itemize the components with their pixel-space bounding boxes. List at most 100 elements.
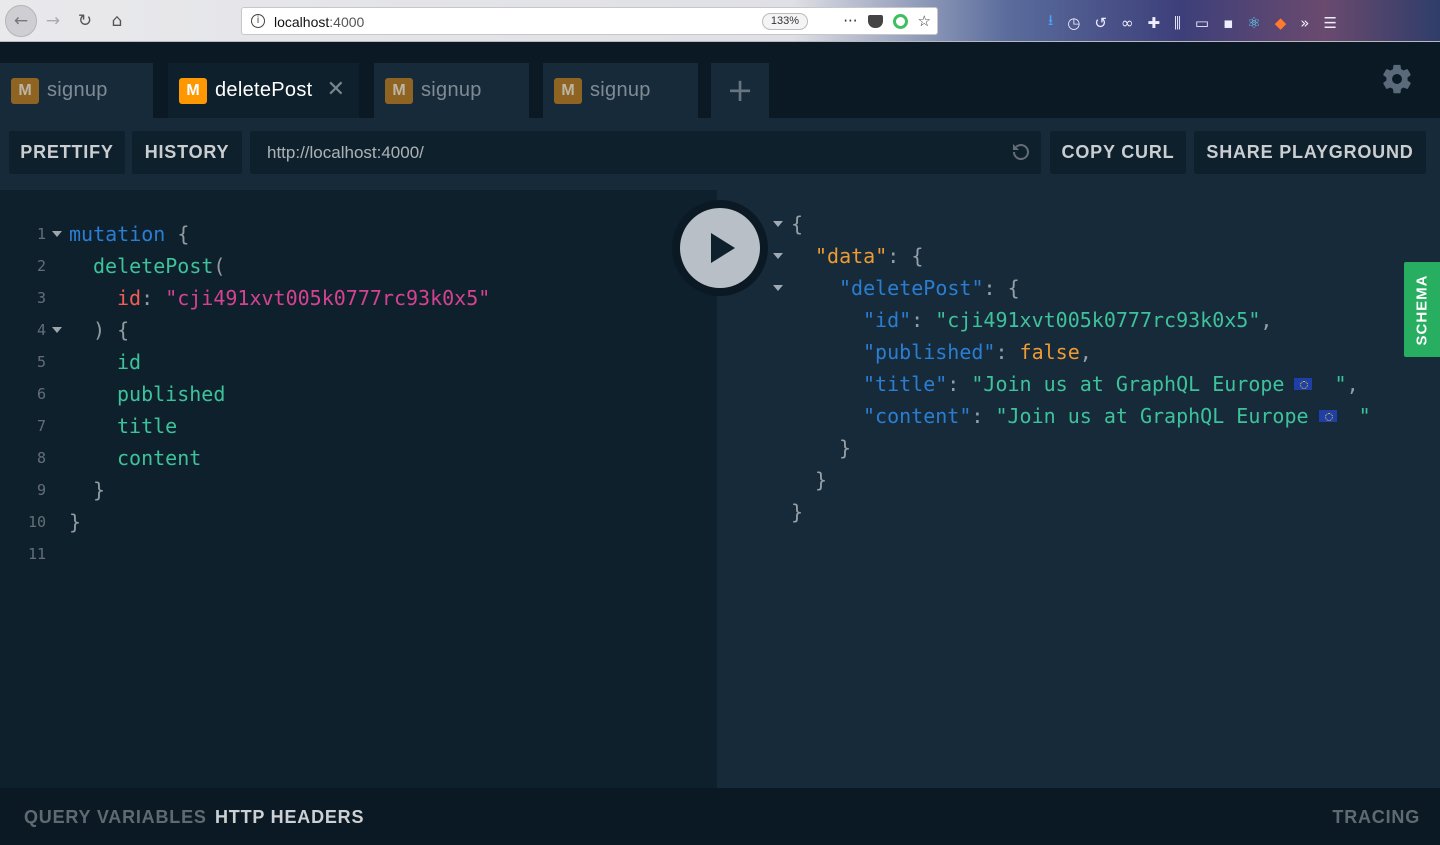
back-arrow-icon[interactable]: ← [5,5,37,37]
add-tab-button[interactable]: + [711,63,769,118]
query-editor[interactable]: 1 2 3 4 5 6 7 8 9 10 11 mutation { delet… [0,190,717,788]
brace: } [791,500,804,524]
comma: , [1079,340,1092,364]
settings-gear-icon[interactable] [1380,62,1414,96]
reload-icon[interactable]: ↻ [72,8,98,34]
code-line: id: "cji491xvt005k0777rc93k0x5" [117,282,490,314]
download-icon[interactable]: ⭳ [1048,10,1053,35]
address-bar[interactable]: i localhost:4000 133% ··· ☆ [241,7,938,35]
tab-signup-2[interactable]: M signup [374,63,529,118]
prettify-button[interactable]: PRETTIFY [9,131,125,174]
code-line: mutation { [69,218,189,250]
forward-arrow-icon[interactable]: → [40,8,66,34]
url-text[interactable]: localhost:4000 [274,14,364,30]
devtools-icon[interactable]: ▪ [1223,14,1233,32]
code-line: } [93,474,105,506]
fox-icon[interactable]: ◆ [1275,14,1287,32]
line-number: 8 [36,449,46,467]
line-number: 7 [36,417,46,435]
code-line: ) { [93,314,129,346]
sidebar-icon[interactable]: ▭ [1195,14,1209,32]
info-icon[interactable]: i [251,14,265,28]
share-playground-button[interactable]: SHARE PLAYGROUND [1194,131,1426,174]
brace: { [165,222,190,246]
brace: } [93,478,106,502]
tab-bar: M signup M deletePost ✕ M signup M signu… [0,42,1440,118]
line-number: 2 [36,257,46,275]
mutation-badge: M [179,77,207,104]
fold-arrow-icon[interactable] [773,253,783,259]
fold-arrow-icon[interactable] [52,327,62,333]
json-key-data: "data" [815,244,888,268]
tab-signup-3[interactable]: M signup [543,63,698,118]
comma: , [1260,308,1273,332]
line-number: 9 [36,481,46,499]
react-icon[interactable]: ⚛ [1247,14,1260,32]
browser-toolbar: ← → ↻ ⌂ i localhost:4000 133% ··· ☆ ⭳ ◷ … [0,0,1440,42]
comma: , [1346,372,1359,396]
paren: ( [213,254,226,278]
line-number: 11 [27,545,46,563]
infinity-icon[interactable]: ∞ [1121,14,1134,32]
json-value-title: "Join us at GraphQL Europe [971,372,1285,396]
overflow-chevrons-icon[interactable]: » [1300,14,1309,32]
tab-deletepost[interactable]: M deletePost ✕ [168,63,359,118]
json-key-title: "title" [863,372,948,396]
tracing-tab[interactable]: TRACING [1332,807,1420,828]
hamburger-menu-icon[interactable]: ☰ [1323,14,1336,32]
page-actions-icon[interactable]: ··· [843,12,857,30]
extension-ring-icon[interactable] [892,13,908,29]
history-button[interactable]: HISTORY [132,131,242,174]
play-icon [711,233,735,263]
bookmark-star-icon[interactable]: ☆ [918,12,931,30]
mutation-badge: M [385,77,413,104]
colon: : [995,340,1020,364]
tab-signup-1[interactable]: M signup [0,63,153,118]
execute-query-button[interactable] [672,200,768,296]
argument-name: id [117,286,142,310]
fold-arrow-icon[interactable] [773,221,783,227]
bottom-panel-bar: QUERY VARIABLES HTTP HEADERS TRACING [0,788,1440,845]
url-host: localhost [274,14,330,30]
code-line: title [117,410,177,442]
home-icon[interactable]: ⌂ [104,8,130,34]
undo-history-icon[interactable]: ↺ [1094,14,1107,32]
zoom-level-badge[interactable]: 133% [762,13,808,30]
json-line: } [815,464,827,496]
field-title: title [117,414,178,438]
fold-arrow-icon[interactable] [773,285,783,291]
code-line: deletePost( [93,250,225,282]
library-icon[interactable]: ⫼ [1174,14,1181,32]
puzzle-icon[interactable]: ✚ [1147,14,1160,32]
line-number: 3 [36,289,46,307]
json-line: "content": "Join us at GraphQL Europe " [863,400,1371,432]
json-line: "title": "Join us at GraphQL Europe ", [863,368,1359,400]
pocket-icon[interactable] [867,14,883,28]
json-line: } [791,496,803,528]
json-key-deletepost: "deletePost" [839,276,984,300]
brace: } [815,468,828,492]
line-number: 4 [36,321,46,339]
json-line: { [791,208,803,240]
reload-schema-icon[interactable] [1009,140,1033,164]
brace: } [69,510,82,534]
query-variables-tab[interactable]: QUERY VARIABLES [24,807,207,828]
history-clock-icon[interactable]: ◷ [1067,14,1080,32]
fold-arrow-icon[interactable] [52,231,62,237]
close-tab-icon[interactable]: ✕ [327,77,345,102]
colon: : [983,276,1008,300]
json-line: "deletePost": { [839,272,1020,304]
json-line: "data": { [815,240,923,272]
json-value-title-end: " [1322,372,1347,396]
json-key-id: "id" [863,308,912,332]
copy-curl-button[interactable]: COPY CURL [1050,131,1186,174]
schema-tab-label: SCHEMA [1413,273,1431,346]
json-value-id: "cji491xvt005k0777rc93k0x5" [935,308,1261,332]
endpoint-input[interactable]: http://localhost:4000/ [250,131,1041,174]
json-line: } [839,432,851,464]
http-headers-tab[interactable]: HTTP HEADERS [215,807,364,828]
schema-tab[interactable]: SCHEMA [1404,262,1440,357]
colon: : [947,372,972,396]
json-key-published: "published" [863,340,996,364]
json-key-content: "content" [863,404,972,428]
